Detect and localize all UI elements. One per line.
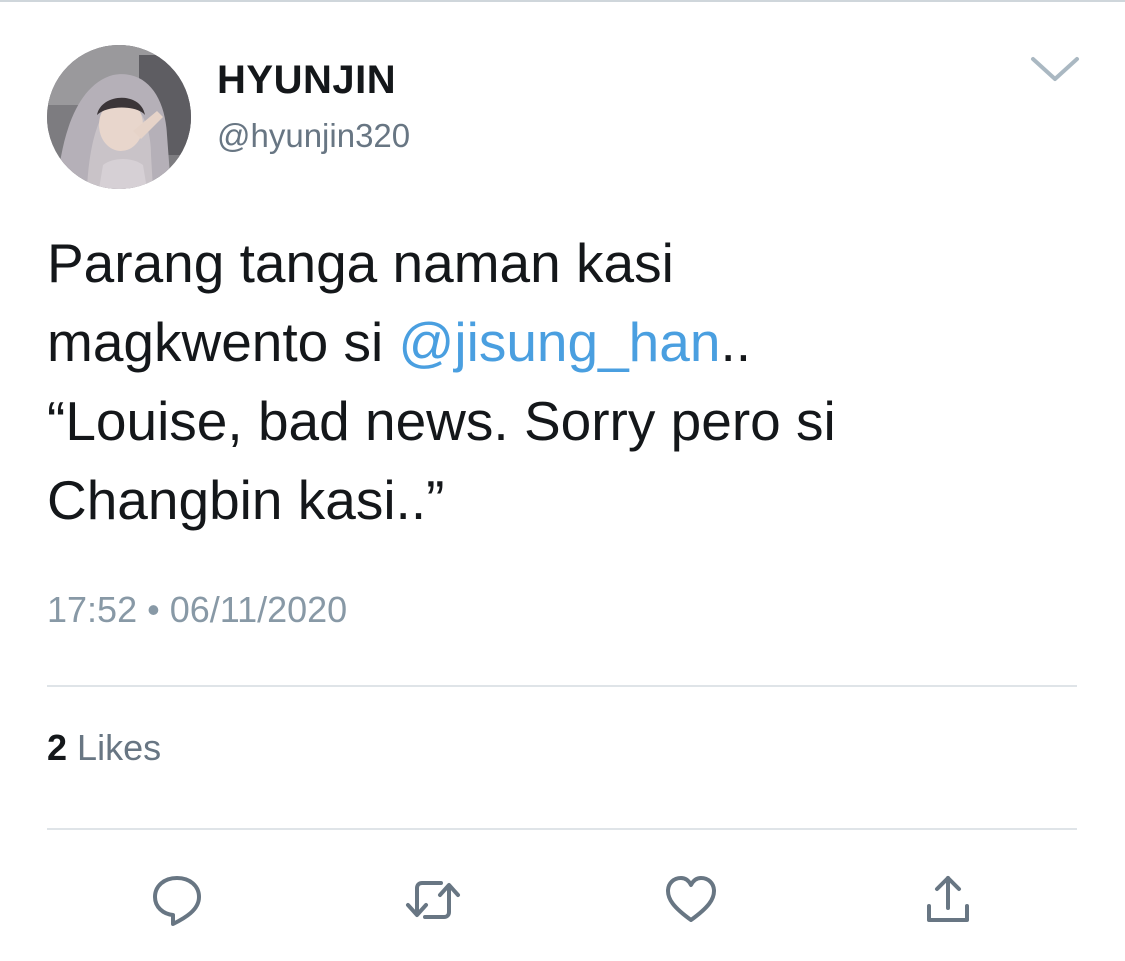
tweet-line: magkwento si @jisung_han.. [47,303,1067,382]
top-divider [0,0,1125,2]
retweet-button[interactable] [403,870,463,930]
mention-link[interactable]: @jisung_han [399,311,721,373]
divider [47,685,1077,687]
divider [47,828,1077,830]
likes-label: Likes [77,727,162,768]
likes-count: 2 [47,727,68,768]
tweet-text-segment: “Louise, bad news. Sorry pero si [47,390,836,452]
avatar[interactable] [47,45,191,189]
heart-icon [666,876,716,922]
profile-photo-icon [47,45,191,189]
tweet-line: Parang tanga naman kasi [47,224,1067,303]
user-handle[interactable]: @hyunjin320 [217,115,410,157]
tweet-text-segment: Parang tanga naman kasi [47,232,674,294]
tweet-text-segment: Changbin kasi..” [47,469,445,531]
likes-stat[interactable]: 2 Likes [47,726,161,770]
tweet-text-segment: magkwento si [47,311,399,373]
tweet-timestamp[interactable]: 17:52 • 06/11/2020 [47,588,347,632]
chevron-down-icon[interactable] [1030,55,1080,85]
tweet-text-segment: .. [720,311,751,373]
reply-button[interactable] [147,870,207,930]
share-button[interactable] [918,870,978,930]
display-name[interactable]: HYUNJIN [217,56,396,104]
tweet-line: Changbin kasi..” [47,461,1067,540]
reply-icon [153,876,201,926]
tweet-text: Parang tanga naman kasi magkwento si @ji… [47,224,1067,540]
like-button[interactable] [661,870,721,930]
retweet-icon [406,881,460,919]
tweet-line: “Louise, bad news. Sorry pero si [47,382,1067,461]
share-icon [927,876,969,922]
